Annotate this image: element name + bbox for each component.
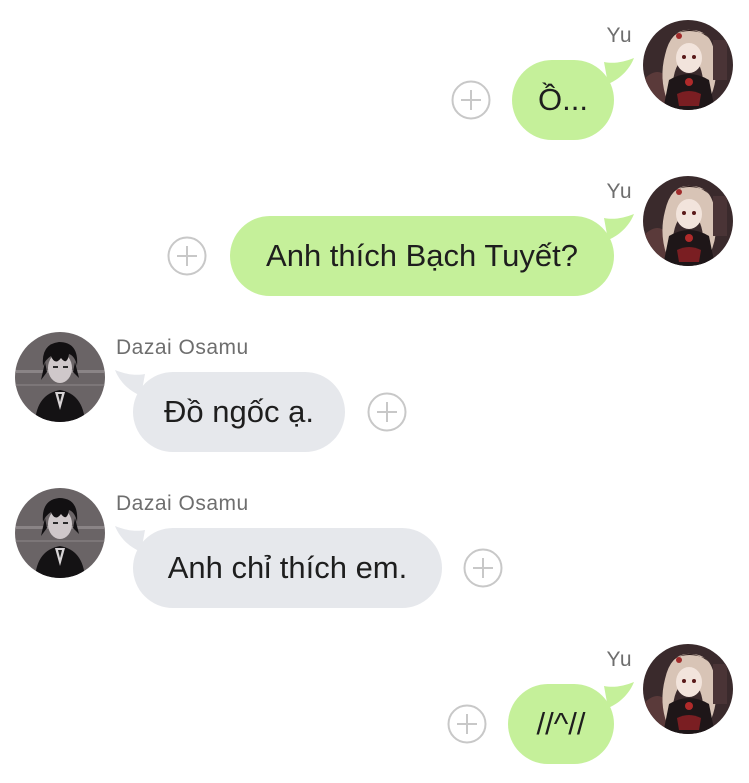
avatar[interactable]	[15, 332, 105, 422]
message-text: Anh thích Bạch Tuyết?	[266, 238, 578, 273]
plus-circle-icon[interactable]	[367, 392, 407, 432]
message-bubble[interactable]: Anh chỉ thích em.	[133, 528, 442, 608]
avatar[interactable]	[643, 20, 733, 110]
avatar-yu-image	[643, 20, 733, 110]
avatar-dazai-image	[15, 488, 105, 578]
avatar[interactable]	[643, 176, 733, 266]
message-row: Yu Anh thích Bạch Tuyết?	[0, 176, 749, 296]
sender-name: Dazai Osamu	[116, 492, 249, 515]
avatar-yu-image	[643, 644, 733, 734]
message-bubble[interactable]: Anh thích Bạch Tuyết?	[230, 216, 614, 296]
message-bubble[interactable]: Đồ ngốc ạ.	[133, 372, 345, 452]
message-row: Dazai Osamu Anh chỉ thích em.	[0, 488, 749, 608]
plus-circle-icon[interactable]	[463, 548, 503, 588]
plus-circle-icon[interactable]	[447, 704, 487, 744]
message-bubble[interactable]: //^//	[508, 684, 614, 764]
message-row: Yu //^//	[0, 644, 749, 764]
avatar-dazai-image	[15, 332, 105, 422]
plus-circle-icon[interactable]	[451, 80, 491, 120]
sender-name: Dazai Osamu	[116, 336, 249, 359]
avatar[interactable]	[643, 644, 733, 734]
message-text: //^//	[536, 706, 586, 741]
message-text: Ồ...	[538, 82, 588, 117]
message-text: Anh chỉ thích em.	[167, 550, 408, 585]
avatar[interactable]	[15, 488, 105, 578]
avatar-yu-image	[643, 176, 733, 266]
plus-circle-icon[interactable]	[167, 236, 207, 276]
sender-name: Yu	[606, 648, 632, 671]
message-text: Đồ ngốc ạ.	[164, 394, 314, 429]
message-row: Yu Ồ...	[0, 20, 749, 140]
sender-name: Yu	[606, 24, 632, 47]
message-row: Dazai Osamu Đồ ngốc ạ.	[0, 332, 749, 452]
sender-name: Yu	[606, 180, 632, 203]
message-bubble[interactable]: Ồ...	[512, 60, 614, 140]
